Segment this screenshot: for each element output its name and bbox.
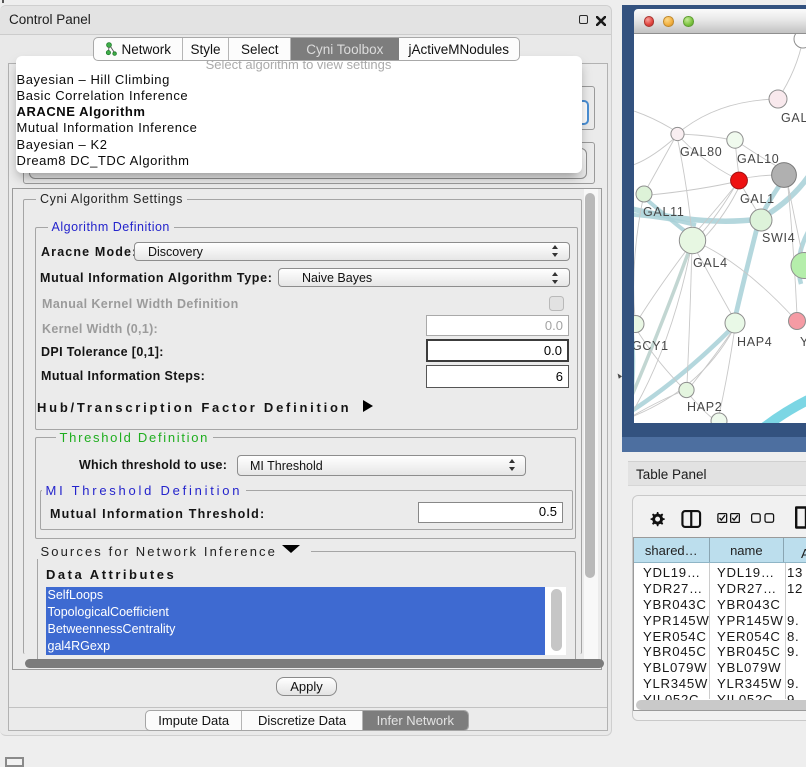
- svg-text:GAL10: GAL10: [737, 152, 779, 166]
- svg-text:GAL11: GAL11: [643, 205, 685, 219]
- svg-text:GAL80: GAL80: [680, 145, 722, 159]
- svg-text:Y: Y: [800, 335, 806, 349]
- svg-text:HAP2: HAP2: [687, 400, 722, 414]
- svg-text:GAL1: GAL1: [740, 192, 775, 206]
- svg-text:GCY1: GCY1: [634, 339, 669, 353]
- svg-text:GAL4: GAL4: [693, 256, 728, 270]
- svg-text:GAL7: GAL7: [781, 111, 806, 125]
- svg-text:SWI4: SWI4: [762, 231, 795, 245]
- svg-text:HAP4: HAP4: [737, 335, 772, 349]
